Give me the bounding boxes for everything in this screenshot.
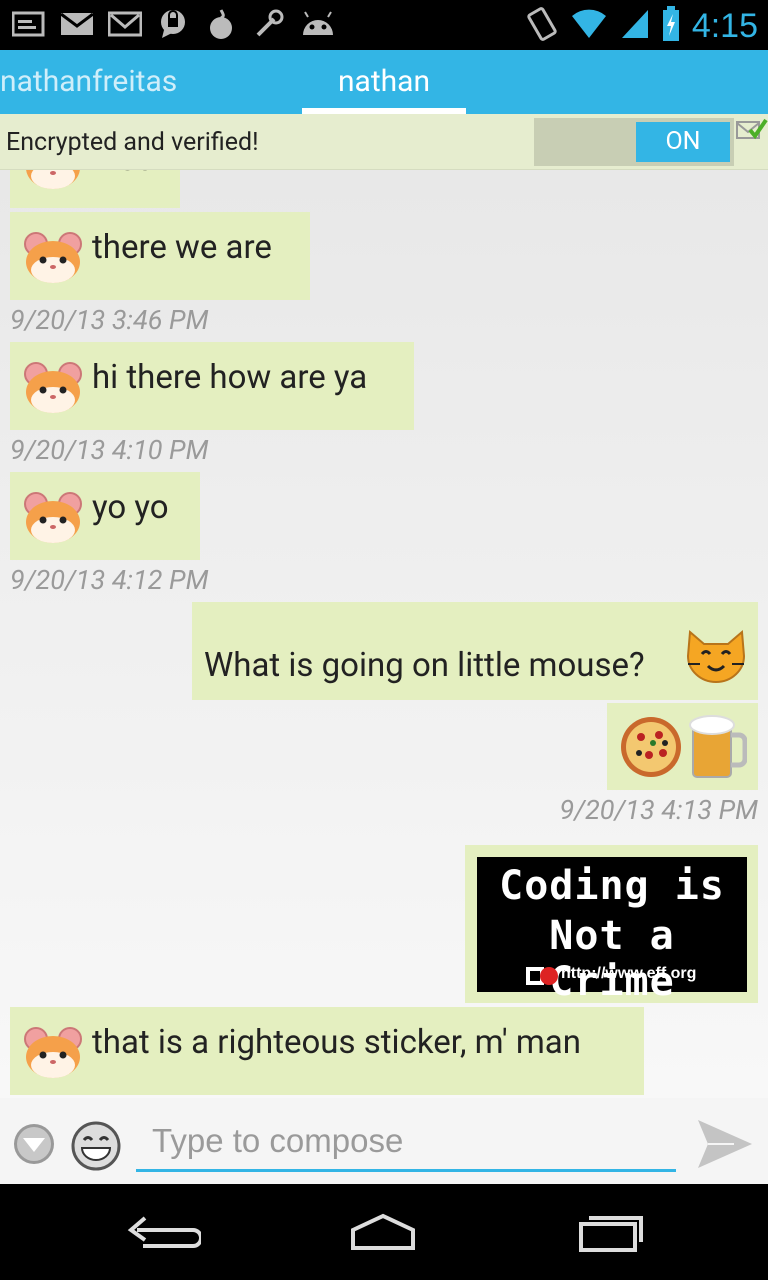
message-text: hi there how are ya <box>92 358 368 397</box>
message-timestamp: 9/20/13 4:10 PM <box>10 434 209 466</box>
navigation-bar <box>0 1184 768 1280</box>
compose-input[interactable] <box>136 1112 676 1172</box>
message-text: that is a righteous sticker, m' man <box>92 1023 581 1062</box>
encryption-toggle[interactable]: ON <box>534 118 734 166</box>
lock-icon <box>156 8 190 40</box>
clock: 4:15 <box>691 7 758 45</box>
sticker-url: http://www.eff.org <box>561 965 697 982</box>
send-icon[interactable] <box>694 1116 756 1176</box>
chat-tabs: nathanfreitas nathan <box>0 50 768 114</box>
hamster-avatar-icon <box>24 1025 82 1079</box>
message-text: yo yo <box>92 488 169 527</box>
recent-apps-button[interactable] <box>566 1204 656 1260</box>
compose-icon <box>12 8 46 40</box>
message-list[interactable]: nice there we are 9/20/13 3:46 PM hi the… <box>0 170 768 1098</box>
emoji-picker-icon[interactable] <box>70 1120 122 1176</box>
gmail-icon <box>108 8 142 40</box>
tools-icon <box>252 8 286 40</box>
message-bubble-incoming[interactable]: nice <box>10 170 180 208</box>
message-timestamp: 9/20/13 4:13 PM <box>559 794 758 826</box>
message-bubble-incoming[interactable]: yo yo <box>10 472 200 560</box>
encryption-bar: Encrypted and verified! ON <box>0 114 768 170</box>
mail-icon <box>60 8 94 40</box>
message-text: there we are <box>92 228 272 267</box>
battery-charging-icon <box>662 6 680 46</box>
android-icon <box>300 8 334 40</box>
hamster-avatar-icon <box>24 490 82 544</box>
encryption-status: Encrypted and verified! <box>6 128 259 157</box>
attach-menu-icon[interactable] <box>12 1122 56 1170</box>
message-bubble-incoming[interactable]: there we are <box>10 212 310 300</box>
message-bubble-outgoing[interactable]: Coding is Not a Crime http://www.eff.org <box>465 845 758 1005</box>
hamster-avatar-icon <box>24 170 82 190</box>
notification-icons <box>12 8 334 40</box>
sticker-line-1: Coding is <box>499 863 725 909</box>
system-icons: 4:15 <box>526 4 758 48</box>
eff-logo-icon <box>525 965 559 991</box>
hamster-avatar-icon <box>24 360 82 414</box>
message-timestamp: 9/20/13 3:46 PM <box>10 304 209 336</box>
beer-mug-icon <box>689 713 748 785</box>
message-text: nice <box>92 170 153 179</box>
hamster-avatar-icon <box>24 230 82 284</box>
message-bubble-incoming[interactable]: that is a righteous sticker, m' man <box>10 1007 644 1095</box>
vibrate-icon <box>526 4 558 48</box>
onion-icon <box>204 8 238 40</box>
signal-icon <box>620 8 650 44</box>
message-bubble-incoming[interactable]: hi there how are ya <box>10 342 414 430</box>
compose-bar <box>0 1098 768 1184</box>
wifi-icon <box>570 8 608 44</box>
cat-face-icon <box>684 626 748 692</box>
coding-is-not-a-crime-sticker[interactable]: Coding is Not a Crime http://www.eff.org <box>477 857 747 1005</box>
verified-mail-icon <box>736 116 768 144</box>
back-button[interactable] <box>116 1204 206 1260</box>
tab-nathanfreitas[interactable]: nathanfreitas <box>0 50 177 114</box>
pizza-icon <box>619 715 683 783</box>
toggle-on-label: ON <box>636 122 730 162</box>
message-bubble-outgoing[interactable] <box>607 703 758 790</box>
message-timestamp: 9/20/13 4:12 PM <box>10 564 209 596</box>
tab-nathan[interactable]: nathan <box>302 50 466 114</box>
status-bar: 4:15 <box>0 0 768 50</box>
message-bubble-outgoing[interactable]: What is going on little mouse? <box>192 602 758 700</box>
home-button[interactable] <box>338 1204 428 1260</box>
sticker-line-2: Not a Crime <box>549 913 675 1005</box>
message-text: What is going on little mouse? <box>204 646 645 685</box>
